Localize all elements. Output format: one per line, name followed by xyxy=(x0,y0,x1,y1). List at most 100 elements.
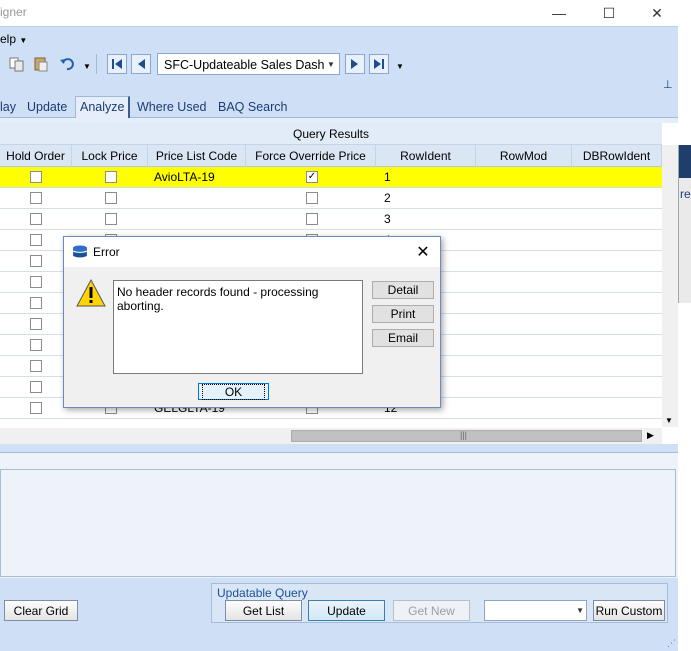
hold-order-checkbox[interactable] xyxy=(30,297,42,309)
next-icon xyxy=(351,59,358,69)
maximize-button[interactable]: ☐ xyxy=(586,0,632,26)
column-header-hold-order[interactable]: Hold Order xyxy=(0,145,72,167)
chevron-down-icon: ▼ xyxy=(327,59,335,69)
paste-icon[interactable] xyxy=(32,55,50,73)
dropdown-arrow-icon[interactable]: ▼ xyxy=(83,62,91,71)
scroll-right-icon[interactable]: ▶ xyxy=(647,430,654,441)
column-header-force-override-price[interactable]: Force Override Price xyxy=(246,145,376,167)
lower-panel xyxy=(0,452,678,578)
scroll-grip-icon: ||| xyxy=(460,430,468,440)
grid-vertical-scrollbar[interactable]: ▼ xyxy=(662,145,678,427)
hold-order-checkbox[interactable] xyxy=(30,192,42,204)
bottom-action-bar: Clear Grid Updatable Query Get List Upda… xyxy=(0,578,678,651)
table-row[interactable]: 2 xyxy=(0,188,662,209)
dialog-close-button[interactable]: ✕ xyxy=(412,241,434,263)
update-button[interactable]: Update xyxy=(308,600,385,621)
column-header-rowident[interactable]: RowIdent xyxy=(376,145,476,167)
table-row[interactable]: 3 xyxy=(0,209,662,230)
error-message: No header records found - processing abo… xyxy=(113,280,363,374)
run-custom-button[interactable]: Run Custom xyxy=(593,600,665,621)
lower-panel-content xyxy=(0,469,676,577)
hold-order-checkbox[interactable] xyxy=(30,276,42,288)
splitter[interactable] xyxy=(0,444,678,452)
lock-price-checkbox[interactable] xyxy=(105,213,117,225)
dropdown-arrow-icon: ▼ xyxy=(19,36,28,45)
close-icon: ✕ xyxy=(416,244,430,261)
rowident-cell[interactable]: 1 xyxy=(384,167,391,188)
price-list-code-cell[interactable]: AvioLTA-19 xyxy=(154,167,215,188)
panel-pin-strip: ⊥ xyxy=(0,78,678,92)
last-record-button[interactable] xyxy=(369,54,389,74)
updatable-query-label: Updatable Query xyxy=(217,586,308,600)
dialog-title-bar: Error ✕ xyxy=(64,237,440,267)
column-header-price-list-code[interactable]: Price List Code xyxy=(148,145,246,167)
query-selector-value: SFC-Updateable Sales Dash xyxy=(164,58,325,72)
hold-order-checkbox[interactable] xyxy=(30,213,42,225)
first-icon xyxy=(112,59,122,69)
force-override-checkbox[interactable]: ✓ xyxy=(306,171,318,183)
force-override-checkbox[interactable] xyxy=(306,192,318,204)
grid-horizontal-scrollbar[interactable]: ||| ▶ xyxy=(0,428,662,444)
hold-order-checkbox[interactable] xyxy=(30,381,42,393)
column-header-rowmod[interactable]: RowMod xyxy=(476,145,572,167)
print-button[interactable]: Print xyxy=(372,305,434,323)
column-header-lock-price[interactable]: Lock Price xyxy=(72,145,148,167)
hold-order-checkbox[interactable] xyxy=(30,402,42,414)
tab-strip: lay Update Analyze Where Used BAQ Search xyxy=(0,92,678,118)
clear-grid-button[interactable]: Clear Grid xyxy=(4,600,78,621)
detail-button[interactable]: Detail xyxy=(372,281,434,299)
hold-order-checkbox[interactable] xyxy=(30,234,42,246)
dropdown-arrow-icon[interactable]: ▼ xyxy=(396,62,404,71)
tab-analyze[interactable]: Analyze xyxy=(75,96,131,118)
hold-order-checkbox[interactable] xyxy=(30,339,42,351)
undo-icon[interactable] xyxy=(58,55,76,73)
close-window-button[interactable]: ✕ xyxy=(634,0,680,26)
custom-action-dropdown[interactable]: ▼ xyxy=(484,600,587,621)
hold-order-checkbox[interactable] xyxy=(30,360,42,372)
previous-record-button[interactable] xyxy=(131,54,151,74)
rowident-cell[interactable]: 3 xyxy=(384,209,391,230)
hold-order-checkbox[interactable] xyxy=(30,318,42,330)
side-panel-strip: re xyxy=(678,145,691,303)
side-panel-label: re xyxy=(680,187,691,201)
previous-icon xyxy=(138,59,145,69)
scroll-down-icon[interactable]: ▼ xyxy=(665,416,673,425)
email-button[interactable]: Email xyxy=(372,329,434,347)
ok-button-label: OK xyxy=(201,384,266,400)
close-icon: ✕ xyxy=(651,4,663,21)
maximize-icon: ☐ xyxy=(602,4,616,21)
ok-button[interactable]: OK xyxy=(198,383,269,400)
table-row[interactable]: ✓ AvioLTA-19 1 xyxy=(0,167,662,188)
minimize-button[interactable]: — xyxy=(536,0,582,26)
hold-order-checkbox[interactable] xyxy=(30,255,42,267)
tab-where-used[interactable]: Where Used xyxy=(137,100,206,114)
horizontal-scroll-thumb[interactable]: ||| xyxy=(291,430,642,442)
menu-bar: elp ▼ xyxy=(0,26,678,50)
get-list-button[interactable]: Get List xyxy=(225,600,302,621)
title-bar: igner — ☐ ✕ xyxy=(0,0,691,26)
last-icon xyxy=(374,59,384,69)
lock-price-checkbox[interactable] xyxy=(105,171,117,183)
tab-update[interactable]: Update xyxy=(27,100,67,114)
rowident-cell[interactable]: 2 xyxy=(384,188,391,209)
query-selector[interactable]: SFC-Updateable Sales Dash ▼ xyxy=(157,53,340,75)
tab-display[interactable]: lay xyxy=(0,100,16,114)
chevron-down-icon: ▼ xyxy=(576,606,584,615)
force-override-checkbox[interactable] xyxy=(306,213,318,225)
tab-baq-search[interactable]: BAQ Search xyxy=(218,100,287,114)
grid-column-headers: Hold Order Lock Price Price List Code Fo… xyxy=(0,145,662,167)
resize-grip-icon[interactable]: ⋰ xyxy=(667,638,676,649)
get-new-button[interactable]: Get New xyxy=(393,600,470,621)
column-header-dbrowident[interactable]: DBRowIdent xyxy=(572,145,662,167)
dialog-title: Error xyxy=(93,245,120,259)
hold-order-checkbox[interactable] xyxy=(30,171,42,183)
menu-help[interactable]: elp ▼ xyxy=(0,32,27,46)
next-record-button[interactable] xyxy=(345,54,365,74)
copy-icon[interactable] xyxy=(8,55,26,73)
database-icon xyxy=(72,245,88,262)
pin-icon[interactable]: ⊥ xyxy=(663,78,673,91)
lock-price-checkbox[interactable] xyxy=(105,192,117,204)
minimize-icon: — xyxy=(552,5,566,21)
toolbar: ▼ SFC-Updateable Sales Dash ▼ ▼ xyxy=(0,50,678,78)
first-record-button[interactable] xyxy=(107,54,127,74)
